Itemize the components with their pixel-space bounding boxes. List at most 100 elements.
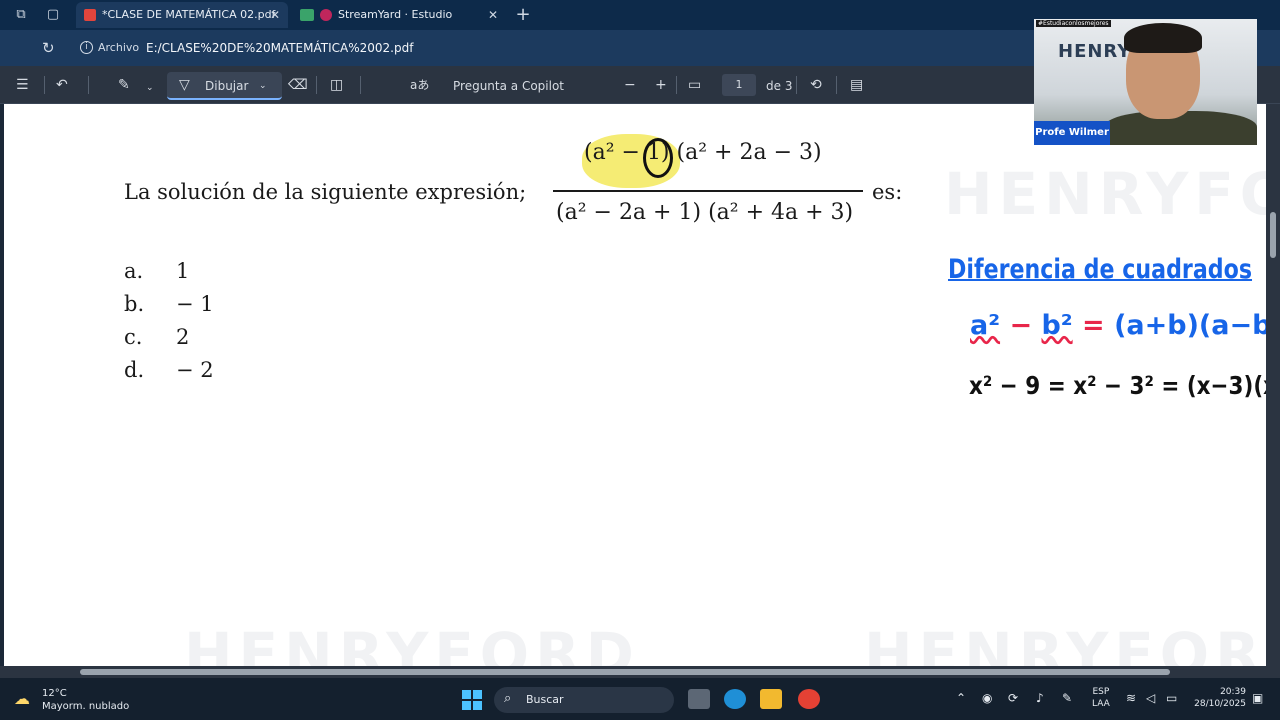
info-icon[interactable]: i (80, 41, 93, 54)
horizontal-scrollbar[interactable] (0, 666, 1280, 678)
hashtag-label: #Estudiaconlosmejores (1036, 20, 1111, 27)
read-aloud-icon[interactable]: aあ (410, 76, 429, 94)
pen-icon[interactable]: ✎ (1062, 691, 1072, 705)
draw-button[interactable]: ▽ Dibujar ⌄ (167, 72, 282, 100)
presenter-hair (1124, 23, 1202, 53)
denominator-factor: (a² + 4a + 3) (708, 200, 854, 225)
note-operator: = (1082, 310, 1105, 341)
wifi-icon[interactable]: ≋ (1126, 691, 1136, 705)
note-operator: − (1009, 310, 1033, 341)
share-icon (300, 9, 314, 21)
fraction-denominator: (a² − 2a + 1) (a² + 4a + 3) (556, 200, 853, 225)
highlight-icon[interactable]: ✎ (118, 76, 130, 94)
keyboard-layout: LAA (1092, 699, 1110, 709)
option-value: − 1 (176, 292, 214, 316)
denominator-factor: (a² − 2a + 1) (556, 200, 702, 225)
date: 28/10/2025 (1194, 699, 1246, 709)
question-suffix: es: (872, 180, 903, 204)
answer-option: b. − 1 (124, 292, 214, 316)
language-code: ESP (1092, 687, 1110, 697)
scroll-thumb[interactable] (80, 669, 1170, 675)
watermark: HENRYFORD (944, 160, 1266, 228)
numerator-factor: (a² + 2a − 3) (676, 140, 822, 165)
tab-label: *CLASE DE MATEMÁTICA 02.pdf (102, 8, 276, 21)
weather-icon: ☁ (14, 689, 30, 708)
numerator-factor: (a² − 1) (584, 140, 670, 165)
task-view-icon[interactable] (688, 689, 710, 709)
option-label: c. (124, 325, 143, 349)
contents-icon[interactable]: ☰ (16, 76, 29, 94)
temperature: 12°C (42, 688, 67, 699)
language-indicator[interactable]: ESP LAA (1092, 686, 1110, 710)
start-icon[interactable] (462, 690, 482, 710)
sync-icon[interactable]: ⟳ (1008, 691, 1018, 705)
rotate-icon[interactable]: ⟲ (810, 76, 822, 94)
chevron-down-icon[interactable]: ⌄ (146, 79, 154, 97)
option-value: 1 (176, 259, 190, 283)
option-label: b. (124, 292, 145, 316)
reload-icon[interactable]: ↻ (42, 39, 55, 57)
draw-label: Dibujar (205, 79, 249, 93)
zoom-out-button[interactable]: − (624, 76, 636, 94)
page-view-icon[interactable]: ▤ (850, 76, 863, 94)
eraser-icon[interactable]: ⌫ (288, 76, 308, 94)
vertical-scrollbar[interactable] (1266, 104, 1280, 666)
url-field[interactable]: E:/CLASE%20DE%20MATEMÁTICA%2002.pdf (146, 41, 413, 55)
question-text: La solución de la siguiente expresión; (124, 180, 527, 204)
note-term: a² (970, 310, 1001, 341)
tab-streamyard[interactable]: StreamYard · Estudio ✕ (292, 2, 506, 28)
page-total: de 3 (766, 79, 793, 93)
battery-icon[interactable]: ▭ (1166, 691, 1177, 705)
answer-option: c. 2 (124, 325, 189, 349)
fit-page-icon[interactable]: ▭ (688, 76, 701, 94)
file-explorer-icon[interactable] (760, 689, 782, 709)
close-icon[interactable]: ✕ (488, 2, 498, 28)
note-example: x² − 9 = x² − 3² = (x−3)(x+3) (969, 371, 1266, 400)
record-icon[interactable]: ◉ (982, 691, 992, 705)
scroll-thumb[interactable] (1270, 212, 1276, 258)
chevron-down-icon[interactable]: ⌄ (259, 77, 267, 95)
microphone-icon[interactable]: ♪ (1036, 691, 1044, 705)
chevron-up-icon[interactable]: ⌃ (956, 691, 966, 705)
view-icon[interactable]: ◫ (330, 76, 343, 94)
note-term: b² (1041, 310, 1073, 341)
tab-actions-icon[interactable]: ▢ (44, 6, 62, 24)
option-value: 2 (176, 325, 190, 349)
tab-pdf[interactable]: *CLASE DE MATEMÁTICA 02.pdf ✕ (76, 2, 288, 28)
copilot-button[interactable]: Pregunta a Copilot (453, 77, 564, 95)
watermark: HENRYFORD (864, 620, 1266, 666)
search-icon: ⌕ (504, 691, 512, 706)
watermark: HENRYFORD (184, 620, 640, 666)
fraction-bar (553, 190, 863, 192)
divider (836, 76, 837, 94)
zoom-in-button[interactable]: + (655, 76, 667, 94)
pdf-icon (84, 9, 96, 21)
notification-icon[interactable]: ▣ (1252, 691, 1263, 705)
volume-icon[interactable]: ◁ (1146, 691, 1155, 705)
clock[interactable]: 20:39 28/10/2025 (1190, 686, 1246, 710)
page-number-input[interactable]: 1 (722, 74, 756, 96)
time: 20:39 (1220, 687, 1246, 697)
new-tab-icon[interactable]: + (514, 6, 532, 24)
option-label: d. (124, 358, 145, 382)
pdf-page: HENRYFORD HENRYFORD HENRYFORD La solució… (4, 104, 1266, 666)
fraction-numerator: (a² − 1) (a² + 2a − 3) (584, 140, 822, 165)
chrome-icon[interactable] (798, 689, 820, 709)
note-formula: a² − b² = (a+b)(a−b) (970, 310, 1266, 341)
workspaces-icon[interactable]: ⧉ (12, 6, 30, 24)
divider (44, 76, 45, 94)
scheme-label: Archivo (98, 41, 140, 54)
answer-option: a. 1 (124, 259, 189, 283)
divider (360, 76, 361, 94)
answer-option: d. − 2 (124, 358, 214, 382)
undo-icon[interactable]: ↶ (56, 76, 68, 94)
weather-condition: Mayorm. nublado (42, 701, 130, 712)
edge-icon[interactable] (724, 689, 746, 709)
webcam-overlay: #Estudiaconlosmejores HENRYF Profe Wilme… (1034, 19, 1257, 145)
taskbar: ☁ 12°C Mayorm. nublado ⌕ Buscar ⌃ ◉ ⟳ ♪ … (0, 678, 1280, 720)
divider (88, 76, 89, 94)
note-term: (a+b)(a−b) (1114, 310, 1266, 341)
divider (316, 76, 317, 94)
search-box[interactable]: ⌕ Buscar (494, 687, 674, 713)
close-icon[interactable]: ✕ (270, 2, 280, 28)
